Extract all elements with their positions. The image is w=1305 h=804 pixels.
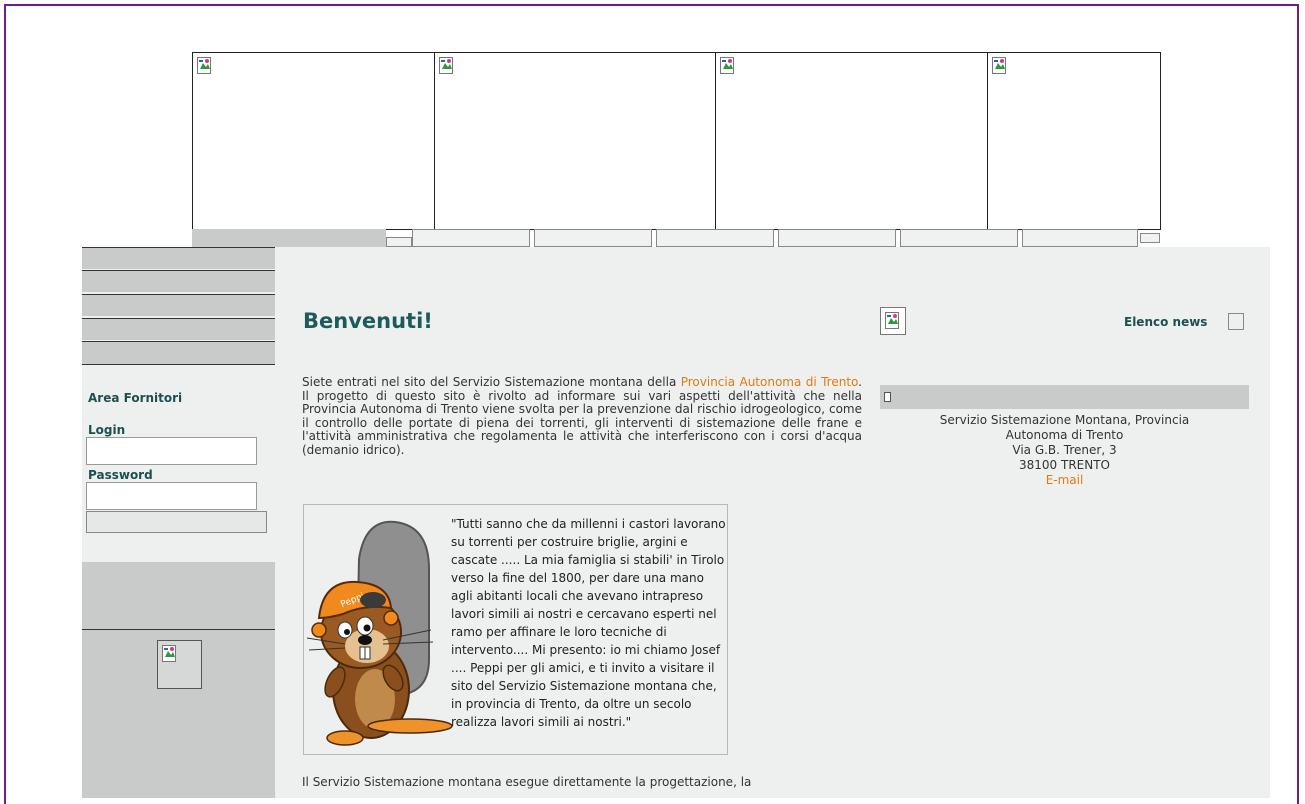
header-tab-6[interactable] — [1022, 229, 1138, 247]
address-header-bar — [880, 385, 1249, 409]
broken-image-icon — [992, 57, 1006, 74]
broken-image-icon — [720, 57, 734, 74]
header-tab-spacer[interactable] — [386, 237, 412, 247]
banner-image-2 — [434, 52, 716, 230]
banner-image-3 — [715, 52, 988, 230]
intro-paragraph: Siete entrati nel sito del Servizio Sist… — [302, 375, 862, 457]
contact-address: Servizio Sistemazione Montana, Provincia… — [880, 413, 1249, 488]
bottom-paragraph: Il Servizio Sistemazione montana esegue … — [302, 776, 752, 789]
address-line: Via G.B. Trener, 3 — [1012, 443, 1117, 457]
sidebar-image-box — [157, 640, 202, 689]
news-checkbox[interactable] — [1228, 313, 1244, 330]
broken-image-icon — [439, 57, 453, 74]
login-label: Login — [88, 423, 126, 437]
address-line: 38100 TRENTO — [1019, 458, 1110, 472]
header-tab-4[interactable] — [778, 229, 896, 247]
address-bar-checkbox[interactable] — [884, 392, 891, 402]
sidebar-menu-item-4[interactable] — [82, 318, 275, 340]
sidebar-menu-item-1[interactable] — [82, 247, 275, 269]
email-link[interactable]: E-mail — [880, 473, 1249, 488]
sidebar-menu-item-5[interactable] — [82, 341, 275, 365]
login-input[interactable] — [86, 437, 257, 465]
sidebar-divider — [82, 629, 275, 639]
header-tab-end[interactable] — [1140, 233, 1160, 243]
header-tab-gray — [192, 229, 386, 247]
password-label: Password — [88, 468, 153, 482]
header-tab-5[interactable] — [900, 229, 1018, 247]
banner-image-1 — [192, 52, 435, 230]
area-fornitori-title: Area Fornitori — [88, 391, 183, 405]
address-line: Servizio Sistemazione Montana, Provincia — [939, 413, 1190, 427]
intro-text-start: Siete entrati nel sito del Servizio Sist… — [302, 375, 681, 389]
header-tab-2[interactable] — [534, 229, 652, 247]
header-tab-3[interactable] — [656, 229, 774, 247]
peppi-quote-text: "Tutti sanno che da millenni i castori l… — [451, 517, 726, 729]
news-image — [880, 307, 906, 335]
password-input[interactable] — [86, 482, 257, 510]
login-submit-button[interactable] — [86, 511, 267, 533]
elenco-news-link[interactable]: Elenco news — [1124, 315, 1207, 329]
sidebar-menu-item-2[interactable] — [82, 270, 275, 292]
header-tab-1[interactable] — [412, 229, 530, 247]
provincia-link[interactable]: Provincia Autonoma di Trento — [681, 375, 858, 389]
beaver-mascot-image: Peppi — [306, 520, 453, 746]
sidebar-menu-item-3[interactable] — [82, 294, 275, 316]
banner-image-4 — [987, 52, 1161, 230]
page-title: Benvenuti! — [303, 309, 433, 333]
broken-image-icon — [885, 312, 899, 329]
broken-image-icon — [162, 645, 176, 662]
address-line: Autonoma di Trento — [1005, 428, 1124, 442]
broken-image-icon — [197, 57, 211, 74]
